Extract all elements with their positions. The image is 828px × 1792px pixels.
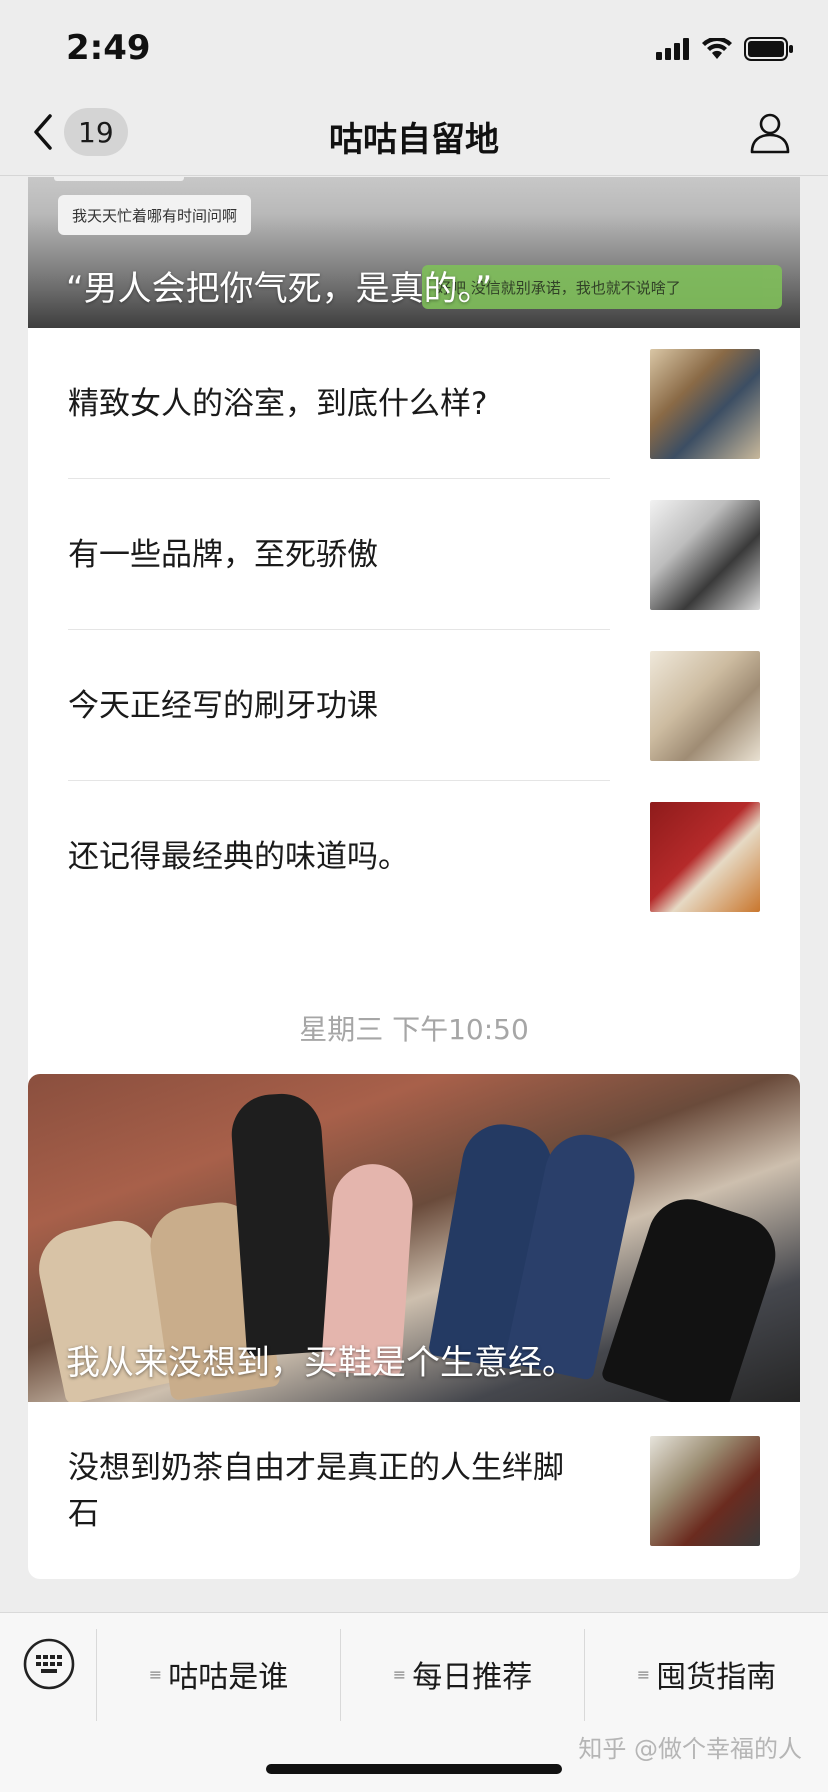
shoe-shape (600, 1188, 786, 1402)
menu-item-guide[interactable]: ≡ 囤货指南 (585, 1627, 828, 1721)
article-item[interactable]: 没想到奶茶自由才是真正的人生绊脚石 (28, 1402, 800, 1579)
article-title: 没想到奶茶自由才是真正的人生绊脚石 (68, 1449, 564, 1532)
featured-article[interactable]: 我天天忙着哪有时间问啊 好吧 没信就别承诺，我也就不说啥了 “男人会把你气死，是… (28, 177, 800, 328)
watermark: 知乎 @做个幸福的人 (578, 1735, 802, 1763)
article-item[interactable]: 有一些品牌，至死骄傲 (28, 479, 800, 630)
home-indicator[interactable] (266, 1764, 562, 1774)
featured-caption: 我从来没想到，买鞋是个生意经。 (66, 1343, 576, 1383)
article-title: 有一些品牌，至死骄傲 (68, 536, 378, 573)
profile-icon[interactable] (746, 108, 794, 156)
shoe-shape (229, 1091, 337, 1357)
status-icons (656, 36, 794, 62)
article-thumbnail (650, 348, 760, 459)
chat-strip (54, 177, 184, 181)
article-thumbnail (650, 650, 760, 761)
menu-item-daily[interactable]: ≡ 每日推荐 (341, 1627, 584, 1721)
article-list: 没想到奶茶自由才是真正的人生绊脚石 (28, 1402, 800, 1579)
battery-icon (744, 37, 793, 61)
featured-article[interactable]: 我从来没想到，买鞋是个生意经。 (28, 1074, 800, 1402)
signal-icon (656, 38, 689, 60)
featured-caption: “男人会把你气死，是真的。” (66, 269, 493, 309)
menu-lines-icon: ≡ (392, 1664, 407, 1684)
page-title: 咕咕自留地 (329, 120, 499, 160)
menu-item-label: 咕咕是谁 (168, 1660, 289, 1695)
article-thumbnail (650, 499, 760, 610)
menu-lines-icon: ≡ (148, 1664, 163, 1684)
article-card: 我从来没想到，买鞋是个生意经。 没想到奶茶自由才是真正的人生绊脚石 (28, 1074, 800, 1579)
article-thumbnail (650, 1435, 760, 1546)
article-item[interactable]: 精致女人的浴室，到底什么样? (28, 328, 800, 479)
article-list: 精致女人的浴室，到底什么样? 有一些品牌，至死骄傲 今天正经写的刷牙功课 还记得… (28, 328, 800, 932)
menu-item-who[interactable]: ≡ 咕咕是谁 (97, 1627, 340, 1721)
article-title: 还记得最经典的味道吗。 (68, 838, 409, 875)
article-title: 精致女人的浴室，到底什么样? (68, 385, 488, 422)
article-thumbnail (650, 801, 760, 912)
article-item[interactable]: 还记得最经典的味道吗。 (28, 781, 800, 932)
message-timestamp: 星期三 下午10:50 (299, 1013, 529, 1046)
status-bar: 2:49 (0, 0, 828, 88)
wifi-icon (702, 38, 732, 59)
menu-item-label: 每日推荐 (412, 1660, 533, 1695)
menu-item-label: 囤货指南 (656, 1660, 777, 1695)
article-card: 我天天忙着哪有时间问啊 好吧 没信就别承诺，我也就不说啥了 “男人会把你气死，是… (28, 177, 800, 1137)
message-feed[interactable]: 我天天忙着哪有时间问啊 好吧 没信就别承诺，我也就不说啥了 “男人会把你气死，是… (0, 177, 828, 1611)
menu-lines-icon: ≡ (636, 1664, 651, 1684)
article-item[interactable]: 今天正经写的刷牙功课 (28, 630, 800, 781)
chat-bubble: 我天天忙着哪有时间问啊 (58, 195, 252, 235)
status-time: 2:49 (66, 28, 151, 68)
article-title: 今天正经写的刷牙功课 (68, 687, 378, 724)
keyboard-icon[interactable] (22, 1637, 76, 1691)
nav-bar: 19 咕咕自留地 (0, 88, 828, 176)
